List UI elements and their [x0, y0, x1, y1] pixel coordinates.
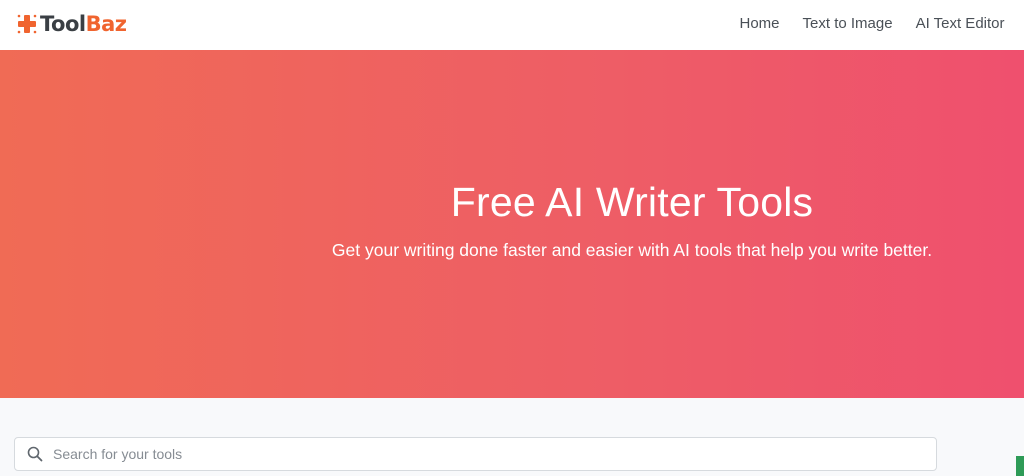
logo-text-part1: Tool: [40, 12, 86, 36]
nav-link-text-to-image[interactable]: Text to Image: [791, 15, 904, 32]
nav-link-ai-text-editor[interactable]: AI Text Editor: [904, 15, 1016, 32]
tools-section: [0, 398, 1024, 476]
top-navbar: ToolBaz Home Text to Image AI Text Edito…: [0, 0, 1024, 50]
hero-title: Free AI Writer Tools: [450, 179, 814, 225]
logo-text-part2: Baz: [85, 12, 127, 36]
search-box[interactable]: [14, 437, 937, 471]
logo-text: ToolBaz: [40, 12, 127, 36]
page-edge-accent: [1016, 456, 1024, 476]
nav-link-home[interactable]: Home: [728, 15, 791, 32]
hero-banner: Free AI Writer Tools Get your writing do…: [0, 50, 1024, 398]
toolbaz-logo[interactable]: ToolBaz: [16, 10, 127, 38]
logo-icon: [17, 14, 37, 34]
main-nav: Home Text to Image AI Text Editor: [728, 0, 1016, 46]
hero-subtitle: Get your writing done faster and easier …: [331, 240, 933, 260]
search-input[interactable]: [53, 439, 913, 469]
search-icon: [27, 446, 43, 462]
